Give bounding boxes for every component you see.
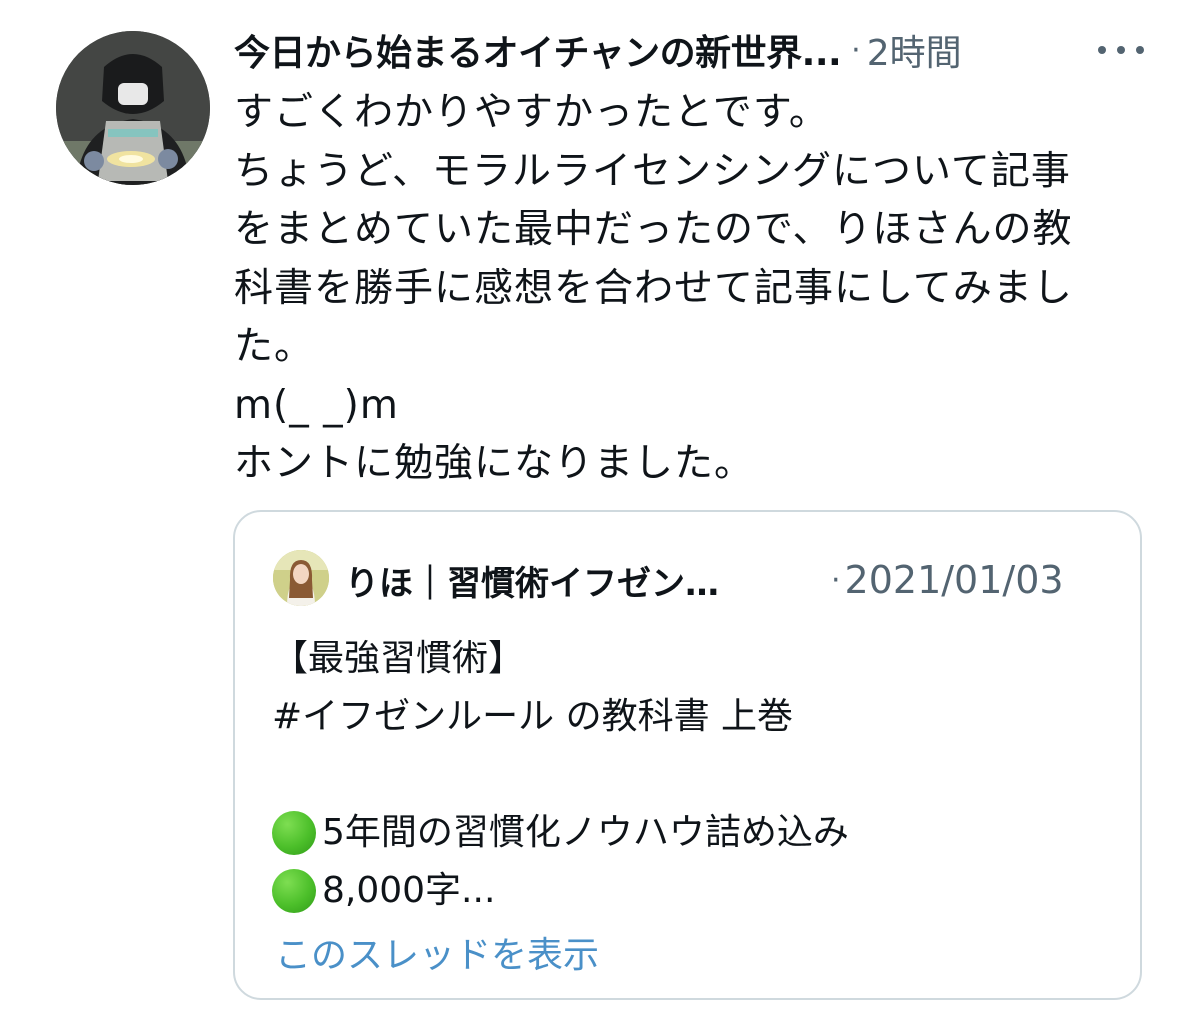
quoted-author-name[interactable]: りほ｜習慣術イフゼン…: [345, 556, 803, 605]
quoted-bullet-line: 8,000字...: [272, 862, 1112, 920]
tweet[interactable]: 今日から始まるオイチャンの新世界... · 2時間 すごくわかりやすかったとです…: [0, 0, 1200, 1023]
timestamp[interactable]: 2時間: [867, 24, 962, 76]
green-circle-icon: [272, 811, 316, 855]
quoted-bullet-text: 8,000字...: [322, 870, 496, 911]
quoted-date[interactable]: 2021/01/03: [845, 558, 1064, 602]
quoted-author-avatar[interactable]: [273, 550, 329, 606]
author-name[interactable]: 今日から始まるオイチャンの新世界...: [234, 24, 842, 76]
separator: ·: [851, 32, 861, 68]
tweet-text: すごくわかりやすかったとです。 ちょうど、モラルライセンシングについて記事 をま…: [234, 84, 1134, 494]
tweet-text-line: ホントに勉強になりました。: [234, 441, 755, 486]
quoted-header: りほ｜習慣術イフゼン… · 2021/01/03: [345, 550, 1125, 610]
quoted-text-line: #イフゼンルール の教科書 上巻: [272, 696, 794, 737]
author-avatar[interactable]: [56, 31, 210, 185]
separator: ·: [831, 562, 841, 598]
tweet-text-line: た。: [234, 324, 315, 369]
tweet-text-line: すごくわかりやすかったとです。: [234, 90, 829, 135]
tweet-text-line: ちょうど、モラルライセンシングについて記事: [234, 148, 1071, 194]
tweet-text-line: m(_ _)m: [234, 382, 399, 428]
quoted-blank-line: [272, 746, 1112, 804]
quoted-bullet-line: 5年間の習慣化ノウハウ詰め込み: [272, 804, 1112, 862]
quoted-tweet[interactable]: りほ｜習慣術イフゼン… · 2021/01/03 【最強習慣術】 #イフゼンルー…: [233, 510, 1142, 1000]
ellipsis-icon[interactable]: [1098, 38, 1144, 62]
green-circle-icon: [272, 869, 316, 913]
tweet-text-line: をまとめていた最中だったので、りほさんの教: [234, 207, 1073, 252]
tweet-text-line: 科書を勝手に感想を合わせて記事にしてみまし: [234, 265, 1073, 311]
show-thread-link[interactable]: このスレッドを表示: [275, 926, 599, 978]
quoted-bullet-text: 5年間の習慣化ノウハウ詰め込み: [322, 812, 849, 853]
quoted-text-line: 【最強習慣術】: [272, 638, 525, 679]
quoted-text: 【最強習慣術】 #イフゼンルール の教科書 上巻 5年間の習慣化ノウハウ詰め込み…: [272, 630, 1112, 920]
tweet-header: 今日から始まるオイチャンの新世界... · 2時間: [234, 22, 1174, 78]
